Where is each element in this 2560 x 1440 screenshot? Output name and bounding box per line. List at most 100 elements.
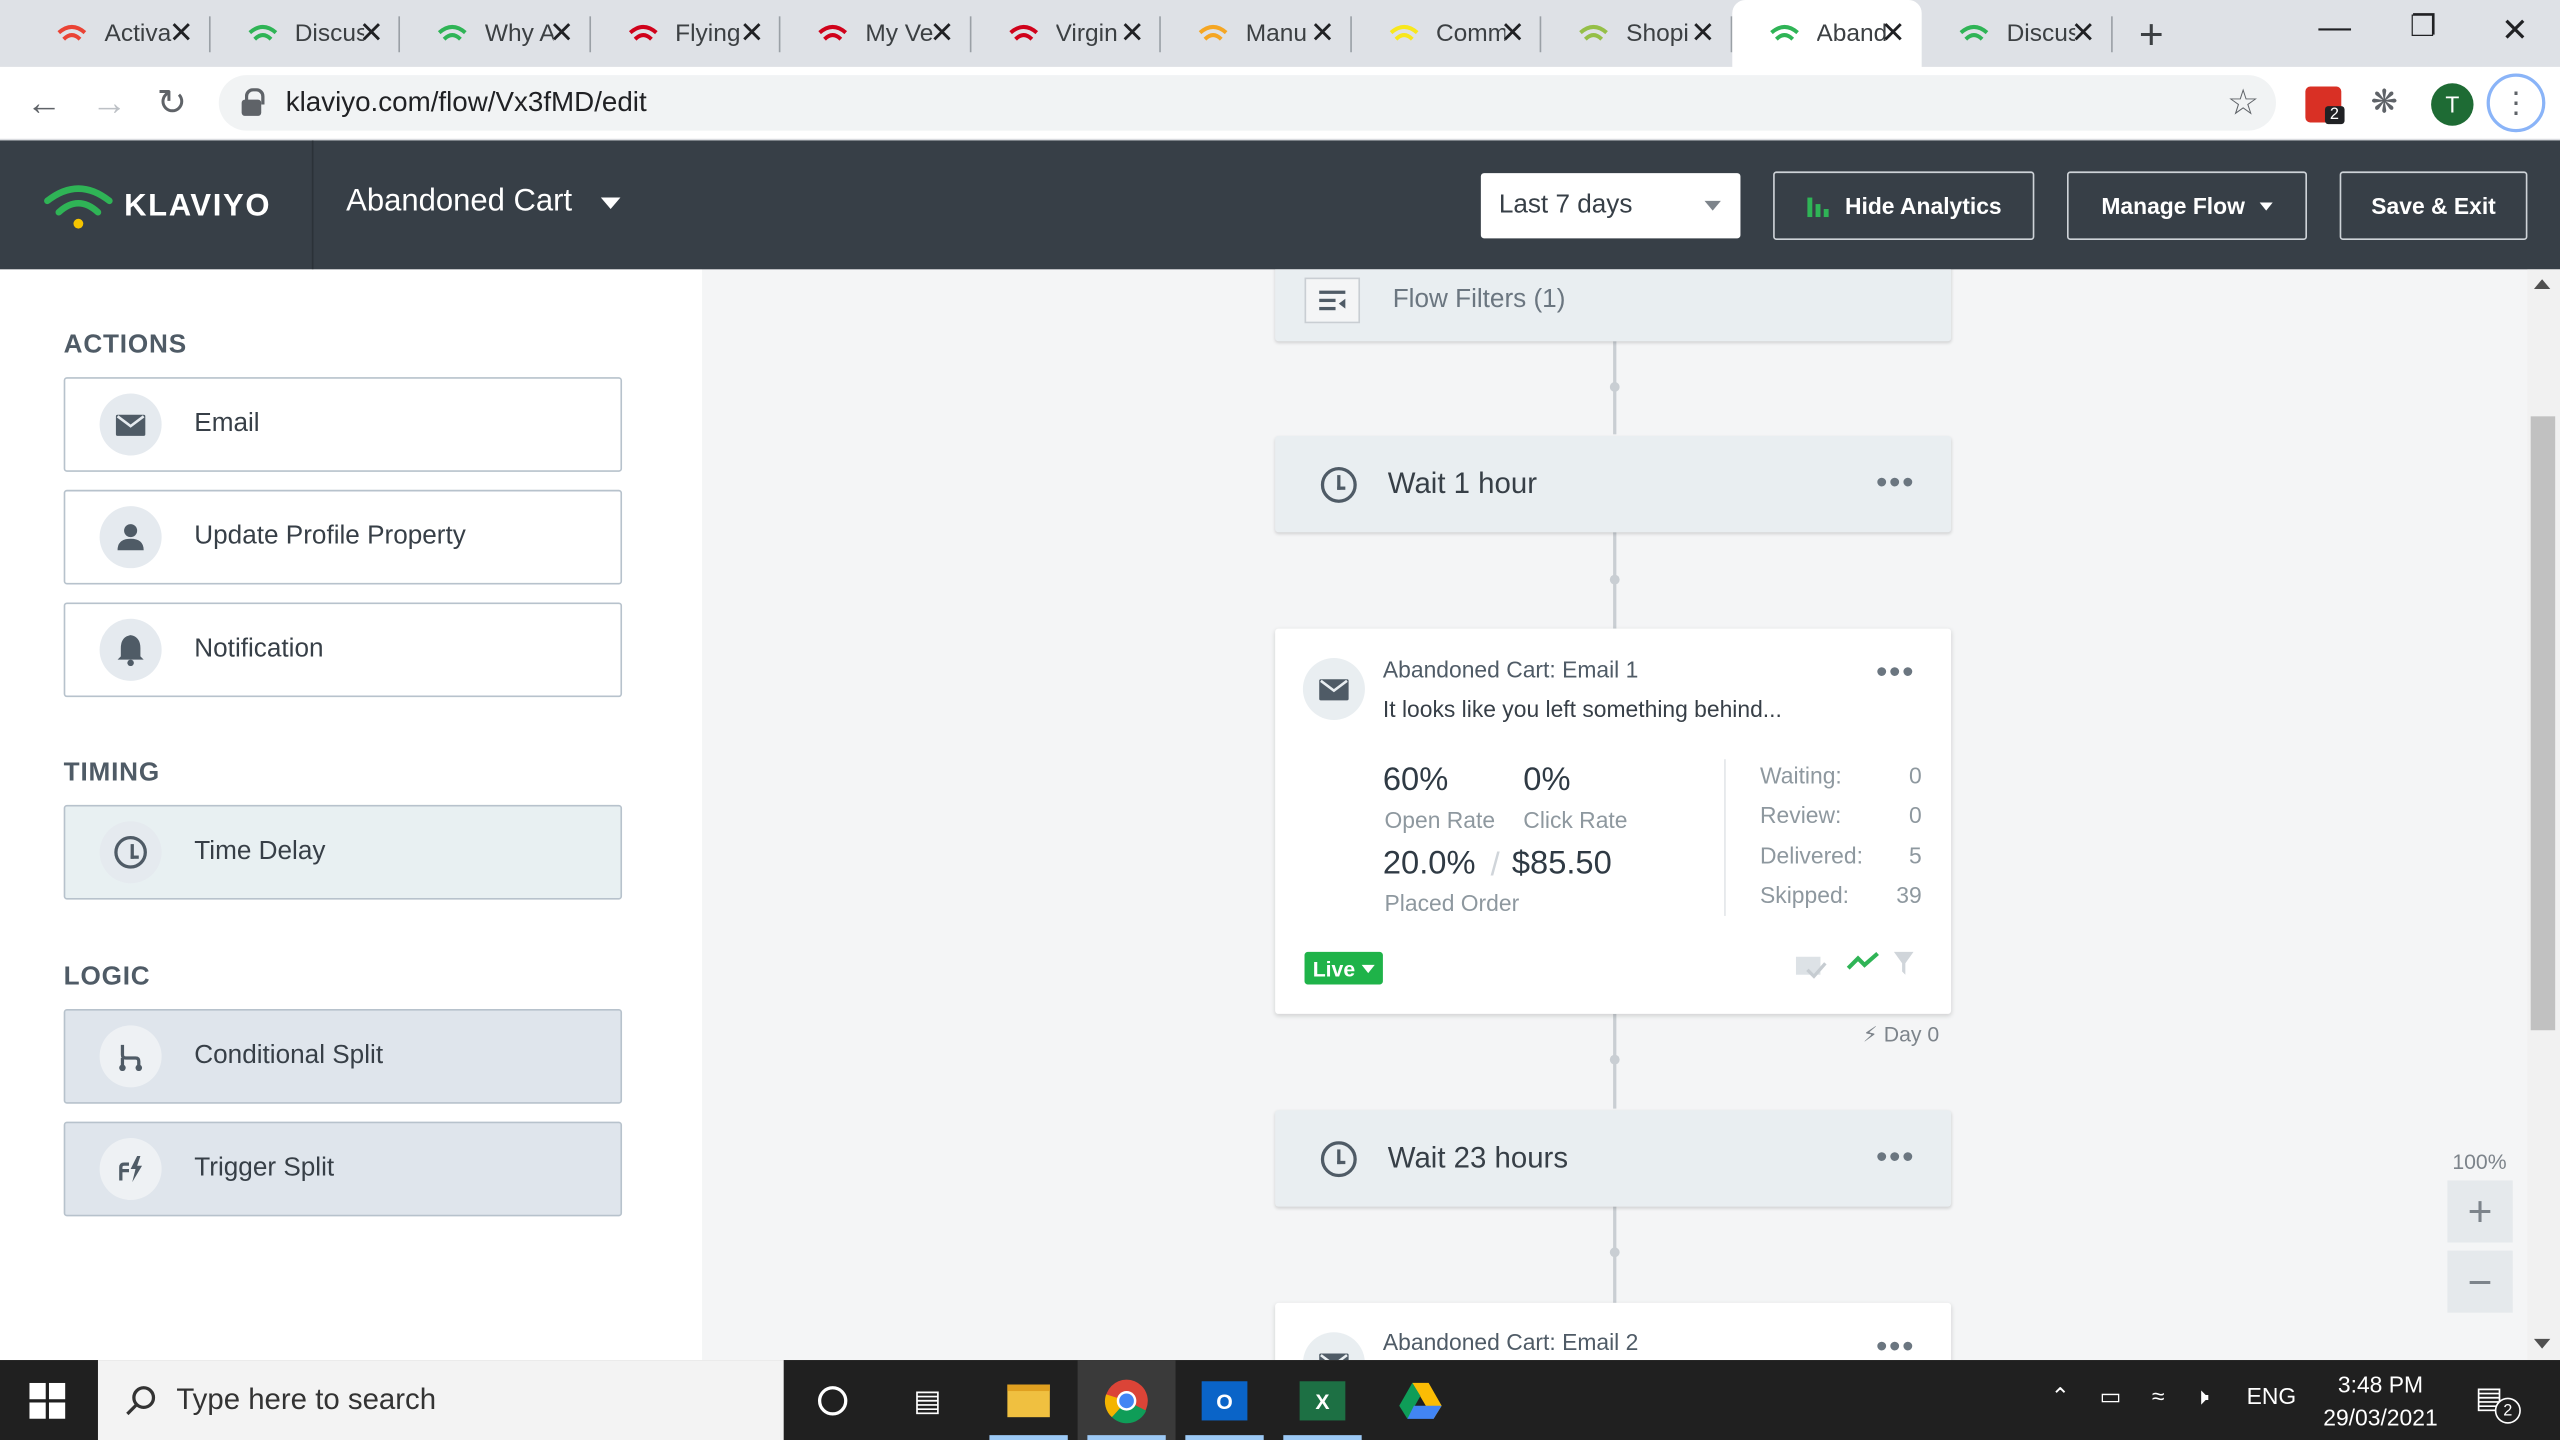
flow-name: Abandoned Cart [346, 184, 573, 219]
show-hidden-icons-chevron[interactable]: ⌃ [2051, 1383, 2070, 1411]
task-view-icon[interactable]: ▤ [901, 1375, 953, 1427]
close-tab-icon[interactable]: ✕ [169, 18, 194, 47]
flow-canvas[interactable]: Flow Filters (1) Wait 1 hour ••• Abandon… [702, 269, 2560, 1361]
close-tab-icon[interactable]: ✕ [359, 18, 384, 47]
notification-action[interactable]: Notification [63, 602, 623, 698]
browser-tab[interactable]: Manu ✕ [1161, 0, 1352, 67]
clock-time: 3:48 PM [2337, 1371, 2424, 1398]
envelope-icon [99, 393, 162, 456]
time-delay-action[interactable]: Time Delay [63, 804, 623, 900]
more-options-icon[interactable]: ••• [1876, 467, 1915, 500]
email-2-name: Abandoned Cart: Email 2 [1382, 1329, 1639, 1356]
back-icon[interactable]: ← [26, 82, 62, 124]
update-profile-property-action[interactable]: Update Profile Property [63, 489, 623, 585]
extensions-puzzle-icon[interactable]: ❋ [2371, 82, 2398, 123]
klaviyo-logo[interactable]: KLAVIYO [42, 183, 271, 232]
manage-flow-button[interactable]: Manage Flow [2066, 171, 2308, 241]
more-options-icon[interactable]: ••• [1876, 656, 1915, 689]
live-status-dropdown[interactable]: Live [1304, 951, 1383, 985]
google-drive-icon[interactable] [1394, 1375, 1446, 1427]
reload-icon[interactable]: ↻ [157, 82, 187, 124]
close-tab-icon[interactable]: ✕ [1310, 18, 1335, 47]
header-divider [311, 140, 314, 270]
browser-tab[interactable]: Comm ✕ [1351, 0, 1542, 67]
close-tab-icon[interactable]: ✕ [549, 18, 574, 47]
browser-tab[interactable]: Flying ✕ [590, 0, 781, 67]
save-exit-button[interactable]: Save & Exit [2339, 171, 2528, 241]
hide-analytics-label: Hide Analytics [1844, 192, 2002, 219]
utm-tracking-icon[interactable] [1846, 951, 1880, 983]
new-tab-button[interactable]: + [2139, 10, 2164, 61]
zoom-in-button[interactable]: + [2447, 1180, 2513, 1243]
flow-name-dropdown[interactable]: Abandoned Cart [346, 184, 622, 220]
bookmark-star-icon[interactable]: ☆ [2227, 82, 2259, 124]
close-tab-icon[interactable]: ✕ [1881, 18, 1906, 47]
language-indicator[interactable]: ENG [2247, 1383, 2297, 1409]
browser-tab-title: Discus [294, 19, 364, 48]
zoom-out-button[interactable]: − [2447, 1250, 2513, 1313]
smart-sending-icon[interactable] [1794, 953, 1827, 987]
browser-tab[interactable]: Discus ✕ [1922, 0, 2112, 67]
battery-icon[interactable]: ▭ [2100, 1383, 2122, 1411]
components-sidebar: ACTIONS Email Update Profile Property No… [0, 269, 703, 1361]
vertical-scrollbar[interactable] [2527, 269, 2560, 1361]
hide-analytics-button[interactable]: Hide Analytics [1773, 171, 2035, 241]
outlook-icon[interactable]: O [1198, 1375, 1250, 1427]
wifi-icon[interactable]: ≈ [2152, 1383, 2165, 1409]
taskbar-search-box[interactable]: Type here to search [97, 1360, 784, 1440]
taskbar-search-placeholder: Type here to search [176, 1382, 437, 1416]
close-tab-icon[interactable]: ✕ [2071, 18, 2096, 47]
date-range-select[interactable]: Last 7 days [1480, 173, 1741, 239]
trigger-split-action[interactable]: Trigger Split [63, 1121, 623, 1217]
delivered-label: Delivered: [1760, 842, 1863, 869]
close-tab-icon[interactable]: ✕ [739, 18, 764, 47]
close-window-icon[interactable]: ✕ [2501, 10, 2528, 51]
restore-icon[interactable]: ❐ [2410, 10, 2436, 44]
windows-start-icon[interactable] [29, 1382, 66, 1427]
browser-tab[interactable]: Activa ✕ [20, 0, 210, 67]
scroll-up-arrow[interactable] [2533, 279, 2551, 289]
chrome-icon[interactable] [1100, 1375, 1152, 1427]
browser-tab[interactable]: Shopi ✕ [1541, 0, 1732, 67]
wait-1-hour-card[interactable]: Wait 1 hour ••• [1275, 435, 1952, 533]
close-tab-icon[interactable]: ✕ [1500, 18, 1525, 47]
close-tab-icon[interactable]: ✕ [1691, 18, 1716, 47]
notifications-icon[interactable]: ▤ 2 [2475, 1381, 2521, 1424]
virgin-v-icon [816, 17, 849, 50]
close-tab-icon[interactable]: ✕ [1120, 18, 1145, 47]
klaviyo-icon [1767, 17, 1800, 50]
volume-muted-icon[interactable]: 🕨︎ [2194, 1383, 2208, 1411]
browser-tab[interactable]: Aband ✕ [1731, 0, 1922, 67]
conditional-split-action[interactable]: Conditional Split [63, 1009, 623, 1104]
clock[interactable]: 3:48 PM 29/03/2021 [2315, 1368, 2446, 1433]
profile-avatar[interactable]: T [2431, 83, 2474, 126]
flow-filters-card[interactable]: Flow Filters (1) [1275, 269, 1952, 342]
email-1-card[interactable]: Abandoned Cart: Email 1 It looks like yo… [1275, 628, 1952, 1014]
bar-chart-icon [1807, 197, 1829, 218]
browser-tab[interactable]: Virgin ✕ [971, 0, 1161, 67]
close-tab-icon[interactable]: ✕ [930, 18, 955, 47]
excel-icon[interactable]: X [1296, 1375, 1348, 1427]
url-bar[interactable]: klaviyo.com/flow/Vx3fMD/edit [218, 75, 2276, 131]
wait-23-hours-card[interactable]: Wait 23 hours ••• [1275, 1110, 1952, 1207]
file-explorer-icon[interactable] [1002, 1375, 1054, 1427]
browser-tab[interactable]: My Ve ✕ [780, 0, 971, 67]
connector-dot [1609, 1247, 1620, 1258]
forward-icon[interactable]: → [91, 82, 127, 124]
extension-icon[interactable]: 2 [2305, 86, 2344, 125]
scroll-down-arrow[interactable] [2533, 1338, 2551, 1349]
browser-tab[interactable]: Discus ✕ [210, 0, 401, 67]
logo-text: KLAVIYO [124, 189, 272, 224]
minimize-icon[interactable]: — [2318, 10, 2351, 48]
email-2-card[interactable]: Abandoned Cart: Email 2 ••• [1275, 1302, 1952, 1361]
browser-tab-title: Flying [675, 19, 741, 48]
email-action[interactable]: Email [63, 377, 623, 472]
browser-menu-icon[interactable]: ⋮ [2486, 73, 2546, 133]
filter-funnel-icon[interactable] [1892, 950, 1915, 984]
more-options-icon[interactable]: ••• [1876, 1141, 1915, 1174]
scrollbar-thumb[interactable] [2530, 416, 2556, 1031]
wait-23-hours-label: Wait 23 hours [1387, 1141, 1569, 1174]
cortana-icon[interactable] [807, 1375, 859, 1427]
more-options-icon[interactable]: ••• [1876, 1331, 1915, 1360]
browser-tab[interactable]: Why A ✕ [400, 0, 591, 67]
